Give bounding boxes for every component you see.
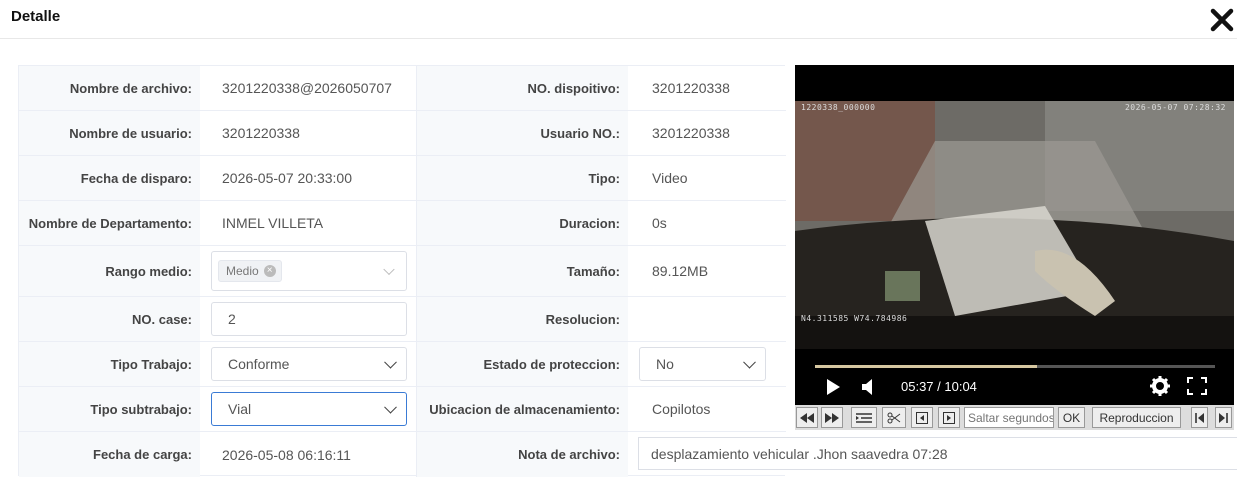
player-toolbar: OK Reproduccion <box>795 405 1234 430</box>
case-no-input[interactable]: 2 <box>211 302 407 336</box>
range-tag-label: Medio <box>226 264 259 278</box>
scissors-icon <box>887 412 901 423</box>
osd-device: 1220338_000000 <box>801 103 876 112</box>
file-name-label: Nombre de archivo: <box>19 66 200 110</box>
device-no-value: 3201220338 <box>652 80 730 96</box>
fast-forward-icon <box>825 412 839 423</box>
video-player[interactable]: 1220338_000000 2026-05-07 07:28:32 N4.31… <box>795 65 1234 405</box>
first-button[interactable] <box>1191 407 1208 428</box>
file-name-value: 3201220338@2026050707 <box>200 66 417 110</box>
trigger-date-value: 2026-05-07 20:33:00 <box>200 156 417 200</box>
dialog-header: Detalle <box>0 0 1237 39</box>
prev-frame-icon <box>916 411 928 424</box>
subwork-type-label: Tipo subtrabajo: <box>19 387 200 431</box>
osd-coordinates: N4.311585 W74.784986 <box>801 314 908 323</box>
clip-button[interactable] <box>882 407 906 428</box>
dialog-title: Detalle <box>11 8 61 25</box>
time-display: 05:37 / 10:04 <box>901 379 977 394</box>
detail-row: Fecha de disparo: 2026-05-07 20:33:00 Ti… <box>19 156 786 201</box>
work-type-label: Tipo Trabajo: <box>19 342 200 386</box>
detail-row: Tipo subtrabajo: Vial Ubicacion de almac… <box>19 387 786 432</box>
detail-row: Tipo Trabajo: Conforme Estado de protecc… <box>19 342 786 387</box>
close-icon[interactable] <box>1209 7 1235 33</box>
fast-forward-button[interactable] <box>821 407 843 428</box>
rewind-icon <box>800 412 814 423</box>
user-name-label: Nombre de usuario: <box>19 111 200 155</box>
upload-date-label: Fecha de carga: <box>19 432 200 477</box>
user-no-value: 3201220338 <box>652 125 730 141</box>
range-label: Rango medio: <box>19 246 200 296</box>
tag-close-icon[interactable]: × <box>263 265 276 277</box>
osd-timestamp: 2026-05-07 07:28:32 <box>1124 103 1226 112</box>
list-icon <box>856 412 872 423</box>
video-frame: 1220338_000000 2026-05-07 07:28:32 N4.31… <box>795 101 1234 349</box>
detail-row: Nombre de usuario: 3201220338 Usuario NO… <box>19 111 786 156</box>
storage-value: Copilotos <box>652 401 711 417</box>
trigger-date-label: Fecha de disparo: <box>19 156 200 200</box>
note-label: Nota de archivo: <box>417 432 628 477</box>
upload-date-value: 2026-05-08 06:16:11 <box>200 432 417 477</box>
work-type-select[interactable]: Conforme <box>211 347 407 381</box>
storage-label: Ubicacion de almacenamiento: <box>417 387 628 431</box>
duration-label: Duracion: <box>417 201 628 245</box>
department-value: INMEL VILLETA <box>200 201 417 245</box>
detail-row: NO. case: 2 Resolucion: <box>19 297 786 342</box>
resolution-value <box>628 297 786 341</box>
device-no-label: NO. dispoitivo: <box>417 66 628 110</box>
detail-row: Nombre de archivo: 3201220338@2026050707… <box>19 66 786 111</box>
size-value: 89.12MB <box>652 263 709 279</box>
fullscreen-icon[interactable] <box>1187 377 1207 395</box>
skip-start-icon <box>1195 412 1204 423</box>
playlist-button[interactable] <box>851 407 877 428</box>
play-icon[interactable] <box>825 378 841 396</box>
next-frame-icon <box>943 411 955 424</box>
range-multiselect[interactable]: Medio × <box>211 251 407 291</box>
player-controls: 05:37 / 10:04 <box>795 370 1234 405</box>
range-tag: Medio × <box>218 260 282 282</box>
video-scene <box>795 101 1234 349</box>
progress-fill <box>815 365 1037 368</box>
seek-seconds-input[interactable] <box>964 407 1054 428</box>
volume-icon[interactable] <box>860 378 878 396</box>
user-no-label: Usuario NO.: <box>417 111 628 155</box>
user-name-value: 3201220338 <box>200 111 417 155</box>
settings-gear-icon[interactable] <box>1150 376 1170 396</box>
case-no-label: NO. case: <box>19 297 200 341</box>
detail-table: Nombre de archivo: 3201220338@2026050707… <box>18 65 786 477</box>
type-label: Tipo: <box>417 156 628 200</box>
note-input[interactable]: desplazamiento vehicular .Jhon saavedra … <box>638 437 1237 470</box>
resolution-label: Resolucion: <box>417 297 628 341</box>
prev-frame-button[interactable] <box>911 407 933 428</box>
skip-end-icon <box>1219 412 1228 423</box>
last-button[interactable] <box>1215 407 1232 428</box>
playback-button[interactable]: Reproduccion <box>1092 407 1181 428</box>
size-label: Tamaño: <box>417 246 628 296</box>
type-value: Video <box>652 170 688 186</box>
duration-value: 0s <box>652 215 667 231</box>
department-label: Nombre de Departamento: <box>19 201 200 245</box>
progress-bar[interactable] <box>815 365 1215 368</box>
rewind-button[interactable] <box>796 407 818 428</box>
next-frame-button[interactable] <box>938 407 960 428</box>
detail-row: Rango medio: Medio × Tamaño: 89.12MB <box>19 246 786 297</box>
detail-row: Nombre de Departamento: INMEL VILLETA Du… <box>19 201 786 246</box>
ok-button[interactable]: OK <box>1058 407 1085 428</box>
subwork-type-select[interactable]: Vial <box>211 392 407 426</box>
protection-label: Estado de proteccion: <box>417 342 628 386</box>
protection-select[interactable]: No <box>639 347 766 381</box>
